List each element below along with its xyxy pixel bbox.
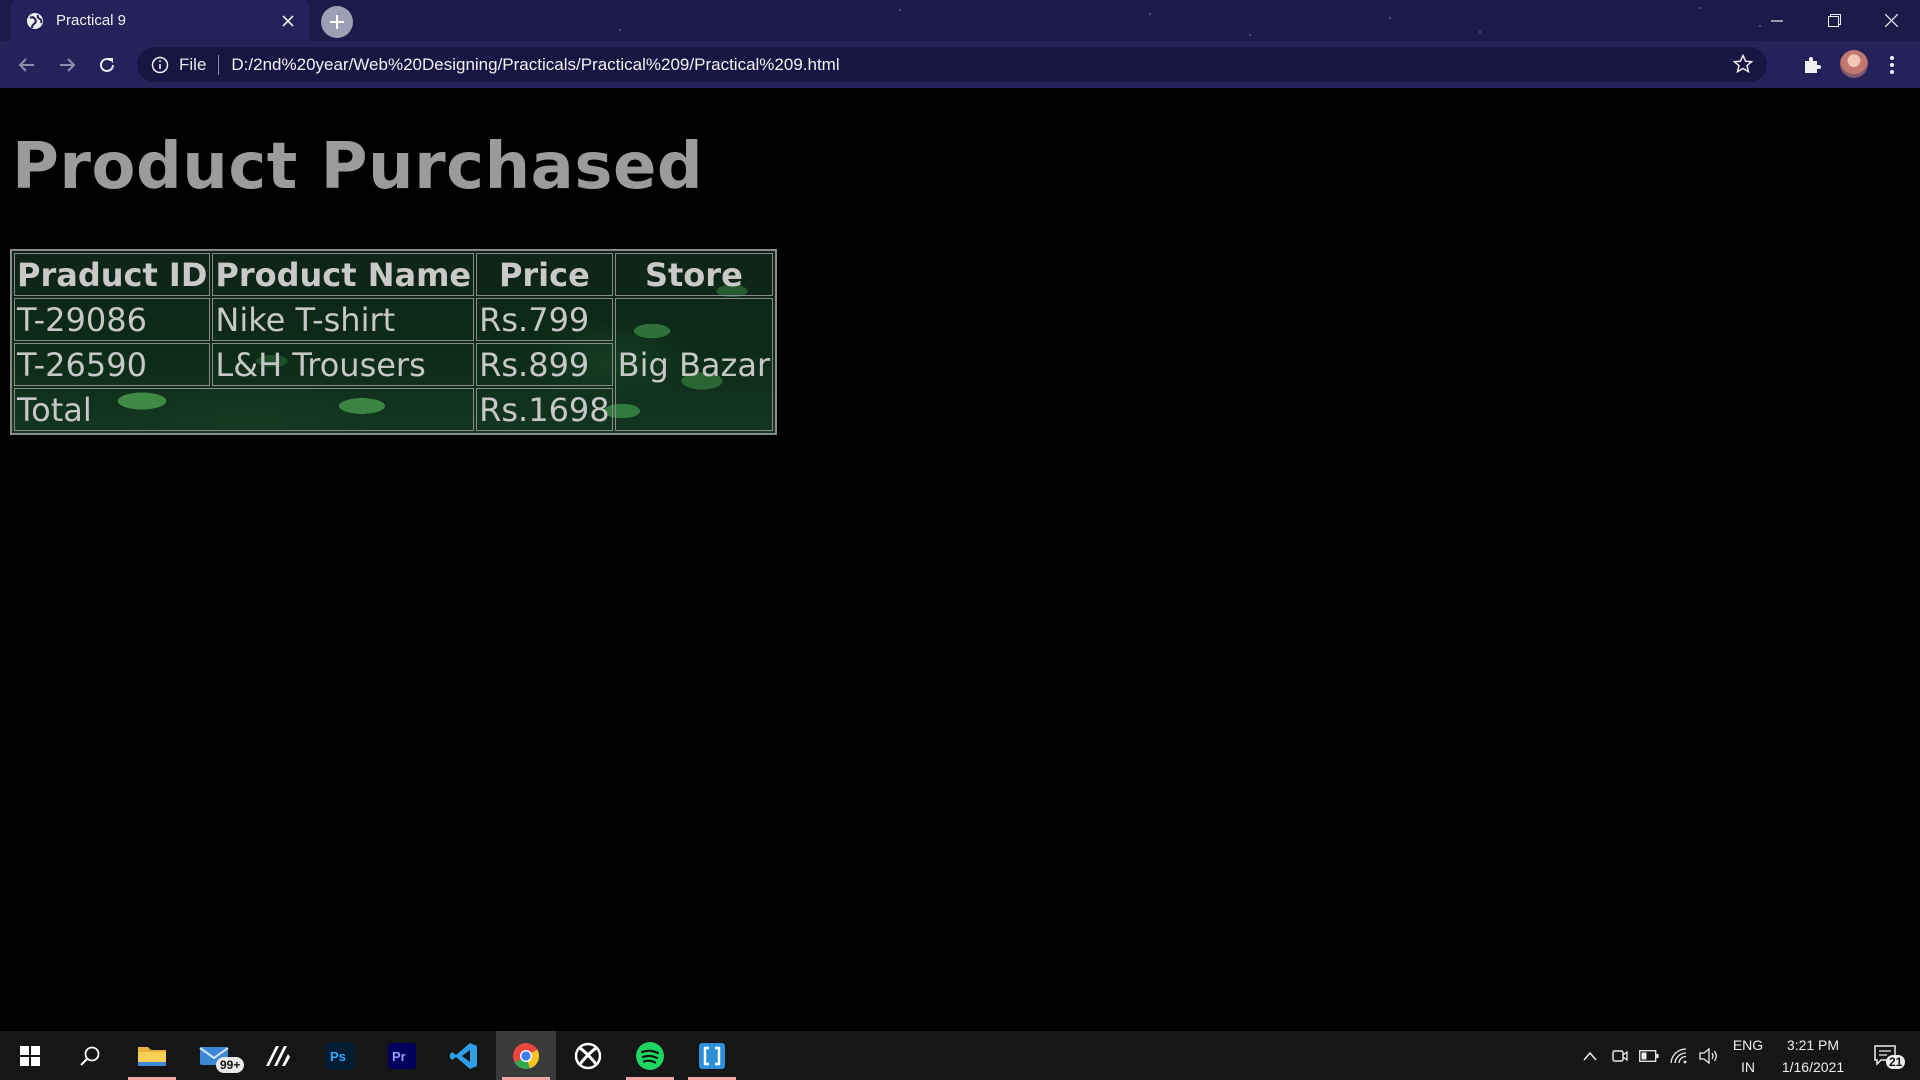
search-button[interactable] xyxy=(60,1031,120,1080)
total-price-cell: Rs.1698 xyxy=(476,388,613,431)
table-row: T-29086 Nike T-shirt Rs.799 Big Bazar xyxy=(14,298,774,431)
clock-time: 3:21 PM xyxy=(1786,1036,1840,1053)
address-bar[interactable]: File D:/2nd%20year/Web%20Designing/Pract… xyxy=(137,47,1767,82)
extensions-button[interactable] xyxy=(1800,53,1824,77)
url-scheme-label: File xyxy=(179,54,207,74)
browser-tabstrip: Practical 9 xyxy=(0,0,1920,41)
store-cell: Big Bazar xyxy=(614,298,774,431)
product-name-cell: Nike T-shirt xyxy=(212,298,475,341)
notification-count-badge: 21 xyxy=(1886,1055,1906,1069)
tray-meet-now[interactable] xyxy=(1608,1031,1632,1080)
table-header-row: Praduct ID Product Name Price Store xyxy=(14,253,774,296)
taskbar-chrome[interactable] xyxy=(496,1031,556,1080)
close-icon xyxy=(1884,14,1898,27)
taskbar-photoshop[interactable]: Ps xyxy=(310,1031,370,1080)
page-title: Product Purchased xyxy=(12,130,704,204)
snip-tool-icon xyxy=(699,1042,725,1069)
battery-icon xyxy=(1639,1049,1659,1062)
column-header-product-id: Praduct ID xyxy=(14,253,211,296)
total-label-cell: Total xyxy=(14,388,475,431)
plus-icon xyxy=(330,15,344,29)
new-tab-button[interactable] xyxy=(321,6,353,38)
vector-app-icon xyxy=(266,1045,290,1066)
search-icon xyxy=(80,1046,100,1066)
folder-icon xyxy=(138,1046,166,1066)
taskbar-mail[interactable]: 99+ xyxy=(184,1031,245,1080)
restore-button[interactable] xyxy=(1805,0,1863,41)
tray-wifi[interactable] xyxy=(1666,1031,1692,1080)
spotify-icon xyxy=(636,1041,664,1070)
taskbar-vector-app[interactable] xyxy=(248,1031,308,1080)
page-content: Product Purchased Praduct ID Product Nam… xyxy=(0,88,1920,1031)
windows-logo-icon xyxy=(20,1045,40,1066)
products-table: Praduct ID Product Name Price Store T-29… xyxy=(10,249,778,435)
browser-tab[interactable]: Practical 9 xyxy=(10,0,310,41)
chrome-icon xyxy=(513,1042,540,1069)
tray-language[interactable]: ENG IN xyxy=(1726,1031,1770,1080)
language-label: ENG xyxy=(1732,1036,1764,1053)
column-header-product-name: Product Name xyxy=(212,253,475,296)
start-button[interactable] xyxy=(0,1031,60,1080)
taskbar-spotify[interactable] xyxy=(620,1031,680,1080)
taskbar-snip-tool[interactable] xyxy=(682,1031,742,1080)
clock-date: 1/16/2021 xyxy=(1781,1058,1845,1075)
tab-title: Practical 9 xyxy=(56,12,127,29)
browser-toolbar: File D:/2nd%20year/Web%20Designing/Pract… xyxy=(0,41,1920,88)
profile-avatar[interactable] xyxy=(1840,50,1868,78)
globe-icon xyxy=(27,12,43,29)
price-cell: Rs.899 xyxy=(476,343,613,386)
region-label: IN xyxy=(1741,1058,1755,1075)
close-tab-icon[interactable] xyxy=(278,11,298,31)
restore-icon xyxy=(1827,14,1841,27)
price-cell: Rs.799 xyxy=(476,298,613,341)
reload-button[interactable] xyxy=(93,51,121,79)
taskbar-xbox[interactable] xyxy=(558,1031,618,1080)
wifi-icon xyxy=(1670,1047,1687,1063)
svg-text:Ps: Ps xyxy=(330,1049,346,1064)
taskbar-premiere[interactable]: Pr xyxy=(372,1031,432,1080)
taskbar-file-explorer[interactable] xyxy=(122,1031,182,1080)
speaker-icon xyxy=(1699,1047,1717,1064)
tray-clock[interactable]: 3:21 PM 1/16/2021 xyxy=(1770,1031,1856,1080)
column-header-store: Store xyxy=(614,253,774,296)
info-icon[interactable] xyxy=(151,56,169,74)
browser-menu-button[interactable] xyxy=(1880,53,1904,77)
xbox-icon xyxy=(574,1042,602,1069)
back-button[interactable] xyxy=(13,51,41,79)
windows-taskbar: 99+ Ps Pr ENG IN 3:21 PM 1/16/2021 21 xyxy=(0,1031,1920,1080)
forward-button[interactable] xyxy=(53,51,81,79)
chevron-up-icon xyxy=(1583,1051,1597,1060)
action-center-button[interactable]: 21 xyxy=(1866,1031,1906,1080)
taskbar-vscode[interactable] xyxy=(434,1031,494,1080)
bookmark-star-icon[interactable] xyxy=(1733,54,1753,74)
minimize-button[interactable] xyxy=(1748,0,1806,41)
product-name-cell: L&H Trousers xyxy=(212,343,475,386)
photoshop-icon: Ps xyxy=(326,1042,354,1069)
puzzle-piece-icon xyxy=(1805,57,1821,73)
column-header-price: Price xyxy=(476,253,613,296)
vscode-icon xyxy=(450,1042,477,1069)
product-id-cell: T-29086 xyxy=(14,298,211,341)
video-camera-icon xyxy=(1612,1049,1628,1062)
mail-unread-badge: 99+ xyxy=(216,1057,245,1073)
tray-battery[interactable] xyxy=(1636,1031,1662,1080)
show-hidden-icons-button[interactable] xyxy=(1578,1031,1602,1080)
arrow-right-icon xyxy=(60,58,76,72)
minimize-icon xyxy=(1771,19,1783,22)
close-window-button[interactable] xyxy=(1862,0,1920,41)
tray-volume[interactable] xyxy=(1696,1031,1722,1080)
svg-text:Pr: Pr xyxy=(392,1049,406,1064)
kebab-menu-icon xyxy=(1890,56,1894,74)
premiere-icon: Pr xyxy=(388,1042,416,1069)
url-text[interactable]: D:/2nd%20year/Web%20Designing/Practicals… xyxy=(231,55,839,75)
product-id-cell: T-26590 xyxy=(14,343,211,386)
arrow-left-icon xyxy=(18,58,34,72)
url-separator xyxy=(218,54,220,75)
reload-icon xyxy=(100,57,114,72)
